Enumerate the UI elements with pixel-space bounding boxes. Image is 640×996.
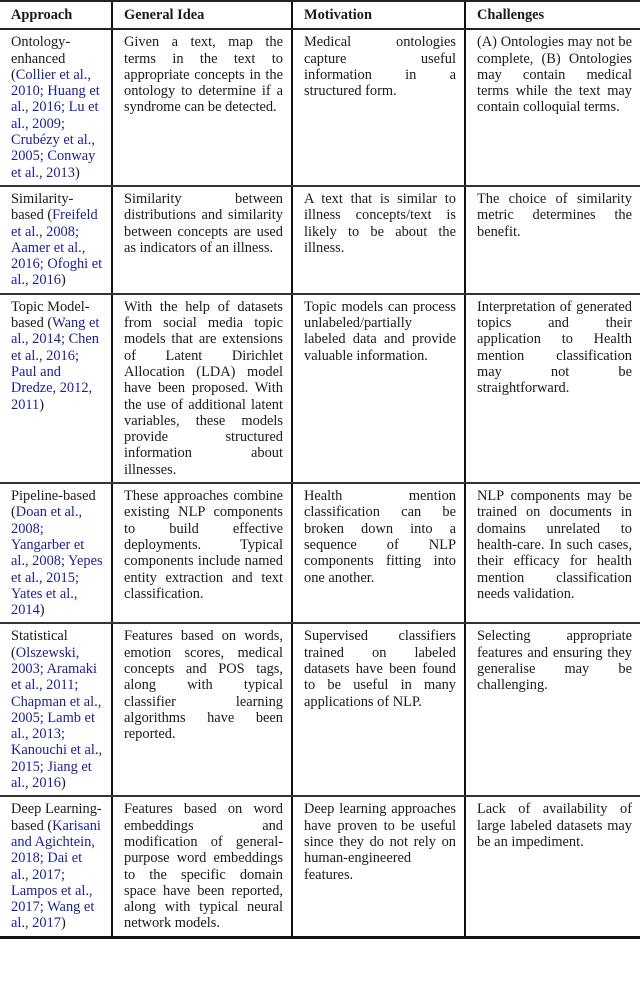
- general-idea-cell: Features based on word embeddings and mo…: [111, 796, 292, 939]
- table-row: Similarity-based (Freifeld et al., 2008;…: [0, 185, 640, 295]
- general-idea-cell: Similarity between distributions and sim…: [111, 185, 292, 295]
- table-row: Pipeline-based (Doan et al., 2008; Yanga…: [0, 483, 640, 625]
- approach-cell: Deep Learning-based (Karisani and Agicht…: [0, 796, 112, 939]
- header-row: Approach General Idea Motivation Challen…: [0, 0, 640, 31]
- approach-cell: Statistical (Olszewski, 2003; Aramaki et…: [0, 623, 112, 798]
- table-row: Ontology-enhanced (Collier et al., 2010;…: [0, 29, 640, 187]
- general-idea-cell: Given a text, map the terms in the text …: [111, 29, 292, 187]
- challenges-cell: NLP components may be trained on documen…: [464, 483, 640, 625]
- motivation-cell: Medical ontologies capture useful inform…: [291, 29, 465, 187]
- table-row: Topic Model-based (Wang et al., 2014; Ch…: [0, 293, 640, 485]
- approaches-table: Approach General Idea Motivation Challen…: [0, 0, 640, 939]
- citation-close-paren: ): [74, 164, 80, 181]
- header-challenges: Challenges: [464, 0, 640, 31]
- motivation-cell: A text that is similar to illness concep…: [291, 185, 465, 295]
- general-idea-cell: Features based on words, emotion scores,…: [111, 623, 292, 798]
- approach-cell: Pipeline-based (Doan et al., 2008; Yanga…: [0, 483, 112, 625]
- motivation-cell: Deep learning approaches have proven to …: [291, 796, 465, 939]
- approach-cell: Topic Model-based (Wang et al., 2014; Ch…: [0, 293, 112, 485]
- table-row: Statistical (Olszewski, 2003; Aramaki et…: [0, 623, 640, 798]
- motivation-cell: Topic models can process unlabeled/parti…: [291, 293, 465, 485]
- header-motivation: Motivation: [291, 0, 465, 31]
- approach-cell: Similarity-based (Freifeld et al., 2008;…: [0, 185, 112, 295]
- citation-close-paren: ): [60, 915, 66, 932]
- table-row: Deep Learning-based (Karisani and Agicht…: [0, 796, 640, 939]
- header-approach: Approach: [0, 0, 112, 31]
- general-idea-cell: With the help of datasets from social me…: [111, 293, 292, 485]
- challenges-cell: The choice of similarity metric determin…: [464, 185, 640, 295]
- citation-close-paren: ): [39, 396, 45, 413]
- citation-close-paren: ): [60, 272, 66, 289]
- motivation-cell: Health mention classification can be bro…: [291, 483, 465, 625]
- approach-cell: Ontology-enhanced (Collier et al., 2010;…: [0, 29, 112, 187]
- challenges-cell: Interpretation of generated topics and t…: [464, 293, 640, 485]
- header-general-idea: General Idea: [111, 0, 292, 31]
- citation-link[interactable]: Doan et al., 2008;: [11, 504, 82, 536]
- citation-link[interactable]: Paul and Dredze, 2012, 2011: [11, 364, 92, 413]
- challenges-cell: Selecting appropriate features and ensur…: [464, 623, 640, 798]
- citation-close-paren: ): [39, 602, 45, 619]
- challenges-cell: Lack of availability of large labeled da…: [464, 796, 640, 939]
- motivation-cell: Supervised classifiers trained on labele…: [291, 623, 465, 798]
- general-idea-cell: These approaches combine existing NLP co…: [111, 483, 292, 625]
- challenges-cell: (A) Ontologies may not be complete, (B) …: [464, 29, 640, 187]
- citation-close-paren: ): [60, 775, 66, 792]
